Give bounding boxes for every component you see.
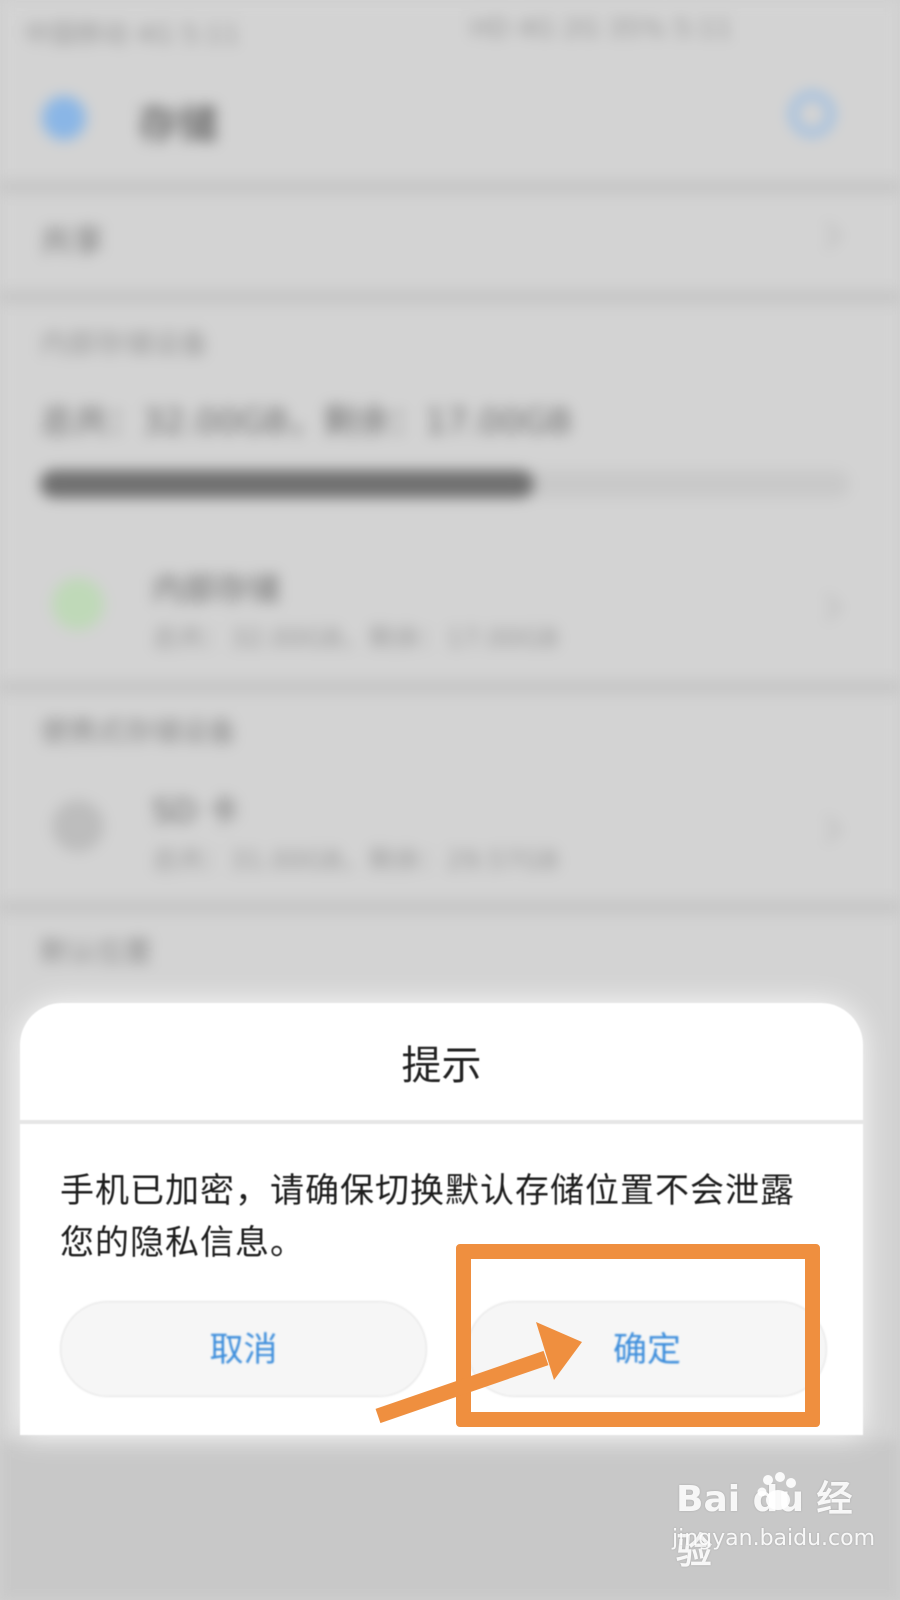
header-title: 存储 [138,102,218,148]
divider [0,680,900,694]
watermark-url: jingyan.baidu.com [672,1526,876,1551]
divider [0,900,900,914]
sd-item-subtitle: 总共：31.00GB，剩余：29.57GB [152,846,559,876]
status-left: 中国移动 4G 5:11 [24,20,240,50]
baidu-jingyan-watermark: Bai du 经验 jingyan.baidu.com [672,1470,876,1580]
sd-card-icon [52,800,104,852]
paw-icon [757,1472,796,1510]
dialog-title: 提示 [401,1043,482,1089]
section-portable-header: 便携式存储设备 [40,715,237,748]
divider [0,180,900,194]
back-icon[interactable] [42,96,86,140]
section-default-header: 默认位置 [40,935,153,968]
search-icon[interactable] [790,92,834,136]
section-internal-header: 内部存储设备 [40,327,209,360]
status-right: HD 4G 2G 35% 5:11 [470,14,733,44]
sd-item-title[interactable]: SD 卡 [152,786,239,832]
divider [0,290,900,304]
cancel-button[interactable]: 取消 [60,1301,427,1397]
internal-item-title[interactable]: 内部存储 [152,564,280,610]
internal-usage-summary: 总共：32.00GB，剩余：17.00GB [40,402,573,442]
storage-usage-bar [40,470,850,498]
dialog-divider [20,1120,863,1124]
phone-screen: 中国移动 4G 5:11 HD 4G 2G 35% 5:11 存储 共享 内部存… [0,0,900,1600]
chevron-right-icon [814,222,841,249]
chevron-right-icon [814,594,841,621]
share-row-label[interactable]: 共享 [40,216,104,262]
chevron-right-icon [814,816,841,843]
storage-usage-fill [40,470,535,498]
dialog-message: 手机已加密，请确保切换默认存储位置不会泄露您的隐私信息。 [60,1171,795,1263]
encryption-warning-dialog: 提示 手机已加密，请确保切换默认存储位置不会泄露您的隐私信息。 取消 确定 [20,1003,863,1435]
status-bar: 中国移动 4G 5:11 HD 4G 2G 35% 5:11 [0,0,900,60]
internal-item-subtitle: 总共：32.00GB，剩余：17.00GB [152,624,559,654]
confirm-button[interactable]: 确定 [467,1301,827,1397]
phone-storage-icon [52,578,104,630]
